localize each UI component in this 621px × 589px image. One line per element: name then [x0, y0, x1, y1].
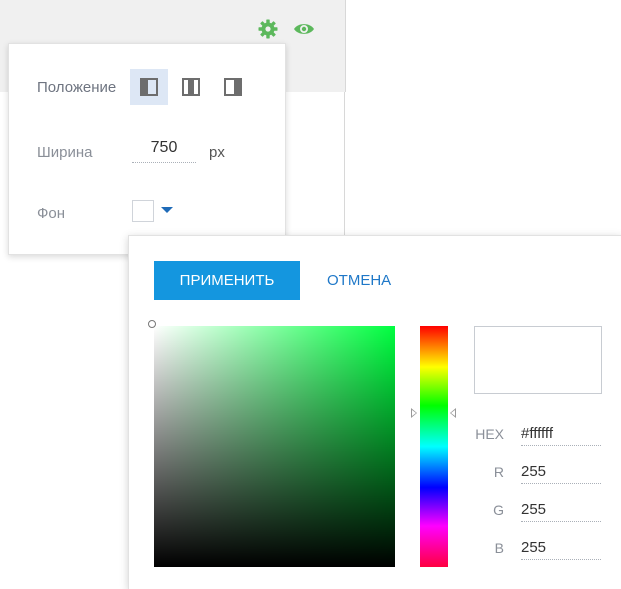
position-left-button[interactable]: [130, 69, 168, 105]
layout-right-icon: [224, 78, 242, 96]
position-center-button[interactable]: [172, 69, 210, 105]
saturation-handle[interactable]: [148, 320, 156, 328]
caret-down-icon[interactable]: [161, 207, 173, 213]
position-right-button[interactable]: [214, 69, 252, 105]
hue-slider-left-handle-icon[interactable]: [411, 408, 417, 418]
layout-settings-popup: Положение Ширина px Фон: [8, 43, 286, 255]
width-unit: px: [209, 144, 225, 161]
width-label: Ширина: [37, 144, 93, 161]
b-input[interactable]: [521, 535, 601, 560]
color-picker-popup: ПРИМЕНИТЬ ОТМЕНА HEX R G B: [128, 235, 621, 589]
r-label: R: [493, 464, 504, 480]
b-label: B: [494, 540, 504, 556]
position-label: Положение: [37, 79, 117, 96]
color-preview: [474, 326, 602, 394]
g-label: G: [493, 502, 504, 518]
saturation-value-area[interactable]: [154, 326, 395, 567]
g-input[interactable]: [521, 497, 601, 522]
panel-toolbar: [257, 18, 315, 40]
background-label: Фон: [37, 205, 66, 222]
layout-center-icon: [182, 78, 200, 96]
layout-left-icon: [140, 78, 158, 96]
apply-button[interactable]: ПРИМЕНИТЬ: [154, 261, 300, 300]
hex-label: HEX: [475, 426, 504, 442]
editor-panel-body: [284, 92, 345, 242]
eye-icon[interactable]: [293, 18, 315, 40]
gear-icon[interactable]: [257, 18, 279, 40]
r-input[interactable]: [521, 459, 601, 484]
width-input[interactable]: [132, 134, 196, 163]
hex-input[interactable]: [521, 421, 601, 446]
cancel-button[interactable]: ОТМЕНА: [327, 261, 391, 300]
hue-slider[interactable]: [420, 326, 448, 567]
hue-slider-right-handle-icon[interactable]: [450, 408, 456, 418]
background-color-swatch[interactable]: [132, 200, 154, 222]
